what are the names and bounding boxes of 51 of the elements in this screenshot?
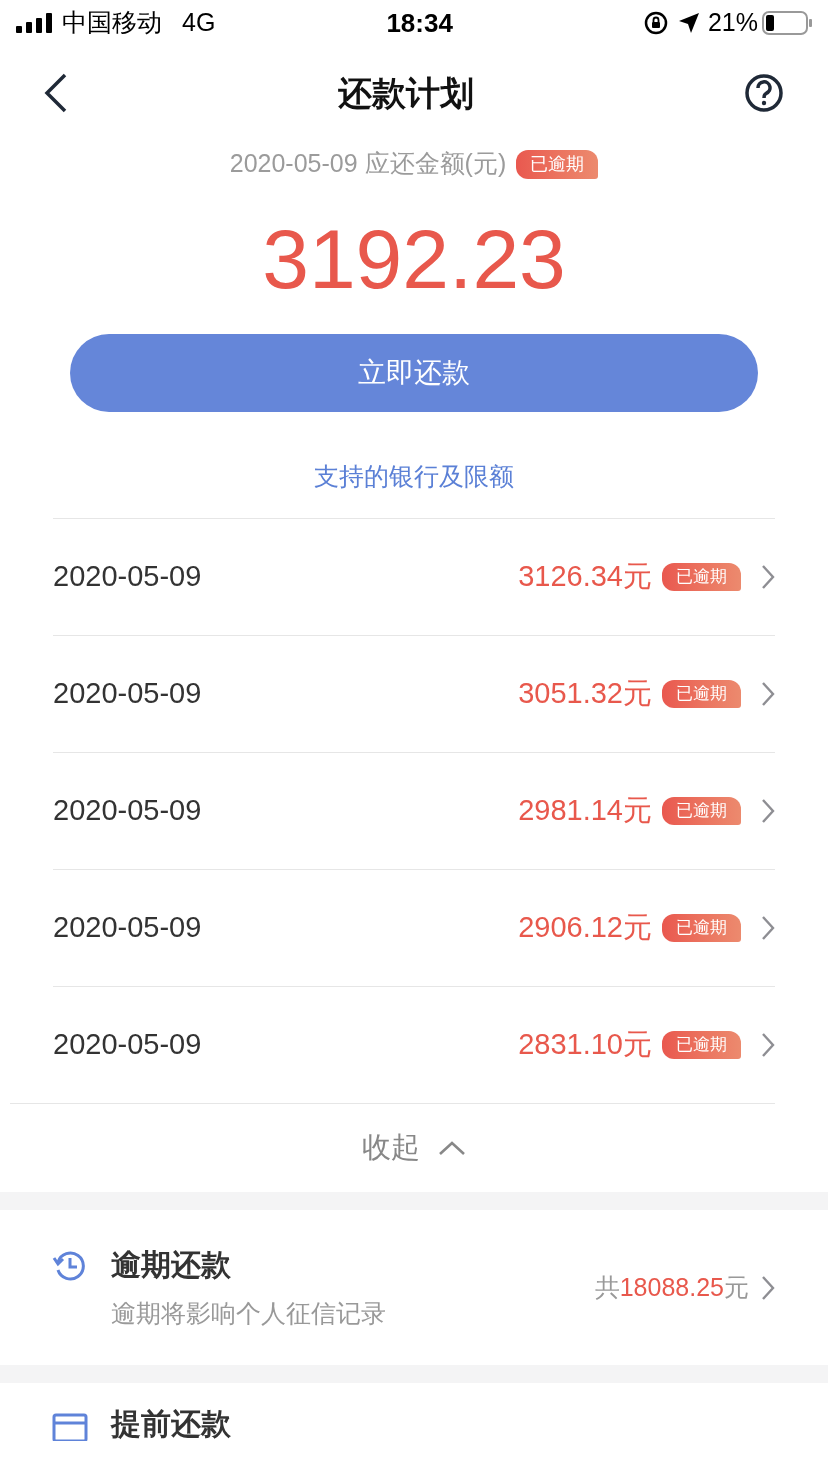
installment-amount: 3051.32元	[518, 676, 652, 712]
location-arrow-icon	[677, 12, 700, 34]
carrier-name: 中国移动	[62, 7, 162, 39]
installment-amount: 3126.34元	[518, 559, 652, 595]
overdue-badge: 已逾期	[662, 680, 741, 708]
pay-now-button[interactable]: 立即还款	[70, 334, 758, 412]
collapse-toggle[interactable]: 收起	[362, 1126, 466, 1170]
installment-row[interactable]: 2020-05-09 2831.10元 已逾期	[53, 987, 775, 1103]
installment-date: 2020-05-09	[53, 559, 203, 595]
installment-row[interactable]: 2020-05-09 2906.12元 已逾期	[53, 870, 775, 986]
overdue-badge: 已逾期	[662, 1031, 741, 1059]
chevron-right-icon	[761, 564, 775, 590]
installment-date: 2020-05-09	[53, 793, 203, 829]
due-amount: 3192.23	[262, 211, 566, 308]
clock: 18:34	[386, 6, 453, 40]
supported-banks-link[interactable]: 支持的银行及限额	[314, 458, 514, 496]
calendar-icon	[52, 1411, 88, 1441]
overdue-total: 共18088.25元	[594, 1271, 749, 1303]
section-title: 提前还款	[111, 1407, 231, 1441]
early-repayment-row[interactable]: 提前还款	[0, 1383, 828, 1443]
rotation-lock-icon	[643, 11, 668, 35]
installment-date: 2020-05-09	[53, 1027, 203, 1063]
network-type: 4G	[182, 7, 216, 39]
signal-icon	[16, 13, 54, 33]
installment-amount: 2906.12元	[518, 910, 652, 946]
chevron-right-icon	[761, 798, 775, 824]
installment-amount: 2981.14元	[518, 793, 652, 829]
chevron-right-icon	[761, 915, 775, 941]
overdue-badge: 已逾期	[662, 797, 741, 825]
battery-percent: 21%	[707, 7, 758, 39]
installment-row[interactable]: 2020-05-09 2981.14元 已逾期	[53, 753, 775, 869]
chevron-right-icon	[761, 1032, 775, 1058]
due-date-label: 2020-05-09 应还金额(元)	[229, 148, 507, 180]
installment-date: 2020-05-09	[53, 910, 203, 946]
section-subtitle: 逾期将影响个人征信记录	[111, 1298, 387, 1330]
installment-row[interactable]: 2020-05-09 3126.34元 已逾期	[53, 519, 775, 635]
overdue-repayment-row[interactable]: 逾期还款 逾期将影响个人征信记录 共18088.25元	[0, 1210, 828, 1365]
back-icon[interactable]	[44, 73, 68, 113]
installment-date: 2020-05-09	[53, 676, 203, 712]
overdue-badge: 已逾期	[516, 149, 599, 179]
chevron-right-icon	[761, 681, 775, 707]
chevron-right-icon	[761, 1274, 775, 1301]
page-title: 还款计划	[338, 72, 474, 114]
battery-icon	[762, 11, 812, 35]
overdue-badge: 已逾期	[662, 563, 741, 591]
installment-row[interactable]: 2020-05-09 3051.32元 已逾期	[53, 636, 775, 752]
overdue-badge: 已逾期	[662, 914, 741, 942]
installment-amount: 2831.10元	[518, 1027, 652, 1063]
clock-history-icon	[52, 1248, 88, 1284]
help-icon[interactable]	[744, 73, 784, 113]
section-title: 逾期还款	[111, 1247, 232, 1284]
